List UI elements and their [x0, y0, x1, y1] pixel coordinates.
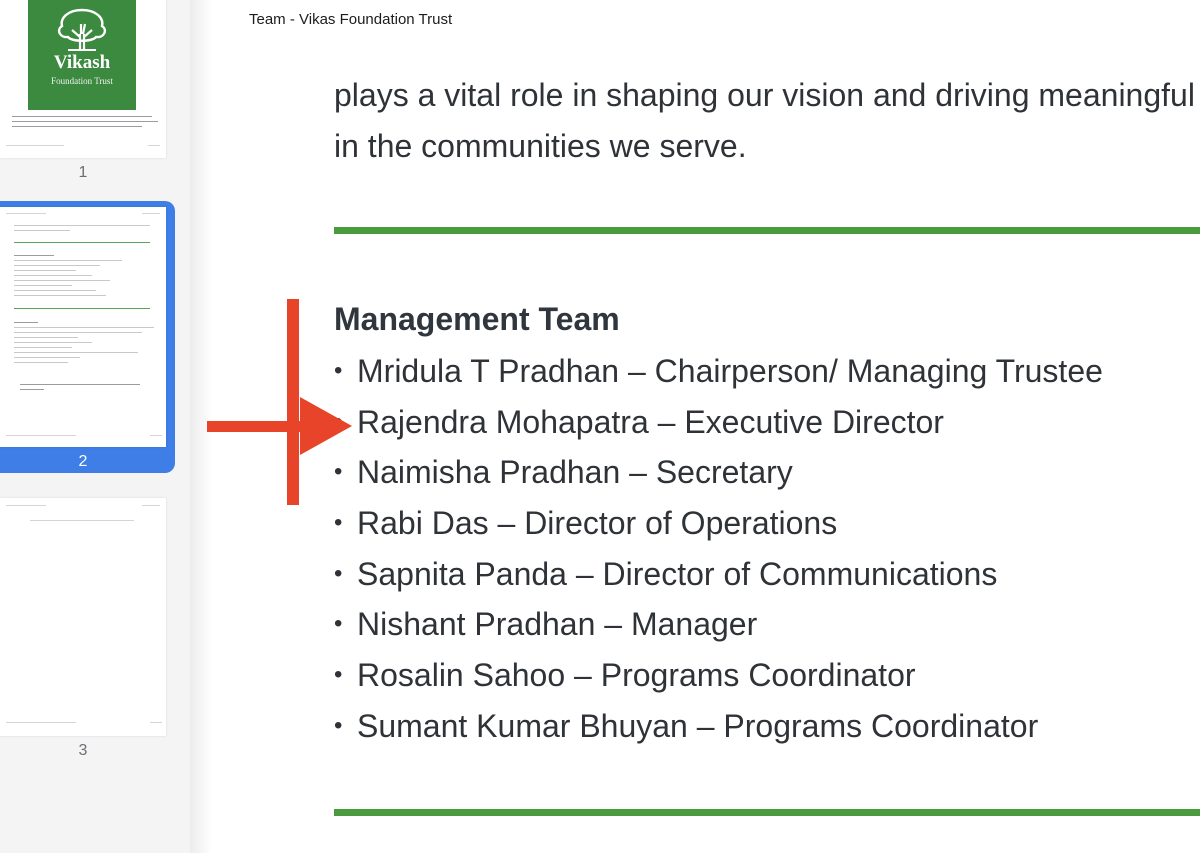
thumb-text-line [30, 520, 134, 521]
thumb-text-line [14, 362, 68, 363]
thumb-quote-line [20, 389, 44, 390]
thumb-text-line [14, 342, 92, 343]
team-member: Rajendra Mohapatra – Executive Director [357, 403, 944, 440]
list-item: • Rosalin Sahoo – Programs Coordinator [334, 650, 1103, 701]
thumb-heading-line [14, 255, 54, 256]
thumb-divider [14, 308, 150, 309]
vikash-logo: Vikash Foundation Trust [28, 0, 136, 110]
thumb-text-line [14, 357, 80, 358]
team-member: Rabi Das – Director of Operations [357, 505, 838, 542]
list-item: • Nishant Pradhan – Manager [334, 599, 1103, 650]
bullet: • [334, 509, 343, 537]
thumb-text-line [14, 265, 100, 266]
list-item: • Mridula T Pradhan – Chairperson/ Managi… [334, 346, 1103, 397]
thumb-header-line [6, 505, 46, 506]
team-member: Rosalin Sahoo – Programs Coordinator [357, 657, 916, 694]
page-number-3: 3 [78, 742, 88, 759]
bullet: • [334, 407, 343, 435]
logo-name: Vikash [53, 52, 111, 73]
thumb-text-line [14, 285, 72, 286]
list-item: • Sapnita Panda – Director of Communicati… [334, 549, 1103, 600]
tree-icon [57, 8, 107, 51]
team-member: Mridula T Pradhan – Chairperson/ Managin… [357, 353, 1103, 389]
team-member: Naimisha Pradhan – Secretary [357, 454, 793, 491]
bullet: • [334, 458, 343, 486]
intro-line: plays a vital role in shaping our vision… [334, 77, 1200, 113]
thumb-header-line [6, 213, 46, 214]
thumb-text-line [14, 290, 96, 291]
management-team-list: • Mridula T Pradhan – Chairperson/ Managi… [334, 346, 1103, 752]
thumb-text-line [14, 275, 92, 276]
page-number-2: 2 [78, 453, 88, 470]
thumb-text-line [12, 121, 158, 122]
thumb-footer-line [148, 145, 160, 146]
document-header-title: Team - Vikas Foundation Trust [249, 11, 453, 28]
thumb-text-line [14, 332, 142, 333]
page-thumbnail-1[interactable]: Vikash Foundation Trust [0, 0, 166, 158]
thumb-text-line [14, 295, 106, 296]
logo-subtitle: Foundation Trust [51, 76, 113, 86]
bullet: • [334, 711, 343, 739]
thumb-heading-line [14, 322, 38, 323]
page-thumbnail-2[interactable] [0, 207, 166, 447]
thumb-footer-line [150, 722, 162, 723]
thumb-header-line [142, 213, 160, 214]
section-divider [334, 809, 1200, 816]
bullet: • [334, 661, 343, 689]
thumb-quote-line [20, 384, 140, 385]
thumb-footer-line [6, 722, 76, 723]
thumb-text-line [14, 270, 76, 271]
thumb-footer-line [6, 145, 64, 146]
page-thumbnail-3[interactable] [0, 498, 166, 736]
list-item: • Rajendra Mohapatra – Executive Director [334, 397, 1103, 448]
sidebar-divider [190, 0, 212, 853]
thumb-divider [14, 242, 150, 243]
thumb-text-line [14, 230, 70, 231]
list-item: • Sumant Kumar Bhuyan – Programs Coordina… [334, 701, 1103, 752]
thumb-text-line [14, 352, 138, 353]
thumb-text-line [14, 337, 78, 338]
bullet: • [334, 610, 343, 638]
section-divider [334, 227, 1200, 234]
list-item: • Rabi Das – Director of Operations [334, 498, 1103, 549]
bullet: • [334, 357, 343, 384]
thumb-footer-line [150, 435, 162, 436]
list-item: • Naimisha Pradhan – Secretary [334, 447, 1103, 498]
team-member: Sapnita Panda – Director of Communicatio… [357, 555, 998, 592]
thumb-footer-line [6, 435, 76, 436]
thumb-text-line [14, 347, 72, 348]
annotation-shaft [207, 421, 307, 432]
bullet: • [334, 559, 343, 587]
intro-line: in the communities we serve. [334, 128, 747, 164]
management-team-heading: Management Team [334, 301, 620, 337]
page-number-1: 1 [78, 164, 88, 181]
intro-paragraph: plays a vital role in shaping our vision… [334, 70, 1200, 172]
thumb-text-line [14, 327, 154, 328]
thumb-text-line [14, 225, 150, 226]
thumb-header-line [142, 505, 160, 506]
team-member: Nishant Pradhan – Manager [357, 606, 758, 643]
annotation-bar [287, 299, 299, 505]
thumb-text-line [14, 260, 122, 261]
thumb-text-line [12, 126, 142, 127]
team-member: Sumant Kumar Bhuyan – Programs Coordinat… [357, 707, 1039, 744]
thumb-text-line [12, 116, 152, 117]
page-thumbnail-sidebar: Vikash Foundation Trust 1 2 3 [0, 0, 190, 853]
thumb-text-line [14, 280, 110, 281]
